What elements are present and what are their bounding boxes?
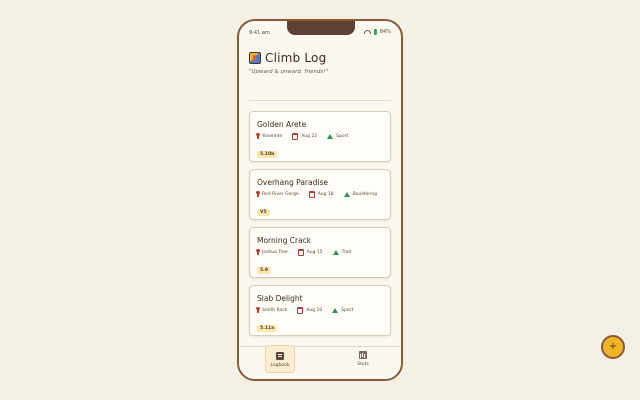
title-row: Climb Log	[249, 51, 391, 65]
tab-stats-label: Stats	[357, 362, 369, 367]
add-climb-button[interactable]: +	[601, 335, 625, 359]
climb-style: Bouldering	[352, 192, 378, 197]
status-time: 9:41 am	[249, 30, 270, 36]
status-indicators: 84%	[363, 29, 391, 35]
climb-location: Red River Gorge	[262, 192, 299, 197]
climb-style: Sport	[341, 308, 354, 313]
climb-location: Yosemite	[262, 134, 283, 139]
header-divider	[249, 100, 391, 101]
tab-logbook[interactable]: Logbook	[265, 345, 295, 373]
calendar-icon	[308, 191, 315, 198]
phone-frame: 9:41 am 84% Climb Log "Upward & onward, …	[237, 19, 403, 381]
logbook-icon	[276, 352, 284, 360]
grade-badge: 5.10b	[257, 151, 278, 158]
climb-card[interactable]: Morning Crack Joshua Tree Aug 15 Trad 5.…	[249, 227, 391, 278]
calendar-icon	[297, 249, 304, 256]
climb-style: Sport	[336, 134, 349, 139]
climb-location: Joshua Tree	[262, 250, 288, 255]
mountain-icon	[327, 134, 334, 139]
mountain-icon	[332, 308, 339, 313]
location-pin-icon	[256, 307, 260, 313]
location-pin-icon	[256, 249, 260, 255]
climb-location: Smith Rock	[262, 308, 288, 313]
climb-name: Overhang Paradise	[257, 178, 328, 187]
climb-meta: Joshua Tree Aug 15 Trad	[256, 249, 383, 256]
climb-name: Morning Crack	[257, 236, 312, 245]
grade-badge: 5.11a	[257, 325, 278, 332]
page-title: Climb Log	[265, 51, 327, 65]
header: Climb Log "Upward & onward, friends!"	[249, 51, 391, 75]
climb-name: Slab Delight	[257, 294, 303, 303]
climb-date: Aug 22	[301, 134, 318, 139]
climb-card[interactable]: Slab Delight Smith Rock Aug 10 Sport 5.1…	[249, 285, 391, 336]
plus-icon: +	[608, 341, 618, 352]
climb-meta: Yosemite Aug 22 Sport	[256, 133, 383, 140]
battery-level: 84%	[379, 29, 391, 35]
climb-date: Aug 10	[306, 308, 323, 313]
climb-name: Golden Arete	[257, 120, 307, 129]
climb-meta: Smith Rock Aug 10 Sport	[256, 307, 383, 314]
bar-chart-icon	[359, 351, 367, 359]
grade-badge: V5	[257, 209, 270, 216]
mountain-icon	[343, 192, 350, 197]
bottom-nav: Logbook Stats	[239, 345, 401, 379]
climb-card[interactable]: Golden Arete Yosemite Aug 22 Sport 5.10b	[249, 111, 391, 162]
wifi-icon	[363, 30, 371, 34]
calendar-icon	[292, 133, 299, 140]
climb-date: Aug 15	[306, 250, 323, 255]
climb-date: Aug 18	[317, 192, 334, 197]
climb-card[interactable]: Overhang Paradise Red River Gorge Aug 18…	[249, 169, 391, 220]
page-subtitle: "Upward & onward, friends!"	[249, 69, 329, 75]
climb-style: Trad	[341, 250, 352, 255]
status-bar: 9:41 am 84%	[239, 28, 401, 38]
climber-logo-icon	[249, 52, 261, 64]
grade-badge: 5.9	[257, 267, 271, 274]
mountain-icon	[332, 250, 339, 255]
location-pin-icon	[256, 133, 260, 139]
tab-logbook-label: Logbook	[270, 363, 290, 368]
tab-stats[interactable]: Stats	[348, 345, 378, 373]
climb-list: Golden Arete Yosemite Aug 22 Sport 5.10b…	[249, 111, 391, 343]
battery-icon	[373, 29, 377, 35]
climb-meta: Red River Gorge Aug 18 Bouldering	[256, 191, 383, 198]
location-pin-icon	[256, 191, 260, 197]
calendar-icon	[297, 307, 304, 314]
